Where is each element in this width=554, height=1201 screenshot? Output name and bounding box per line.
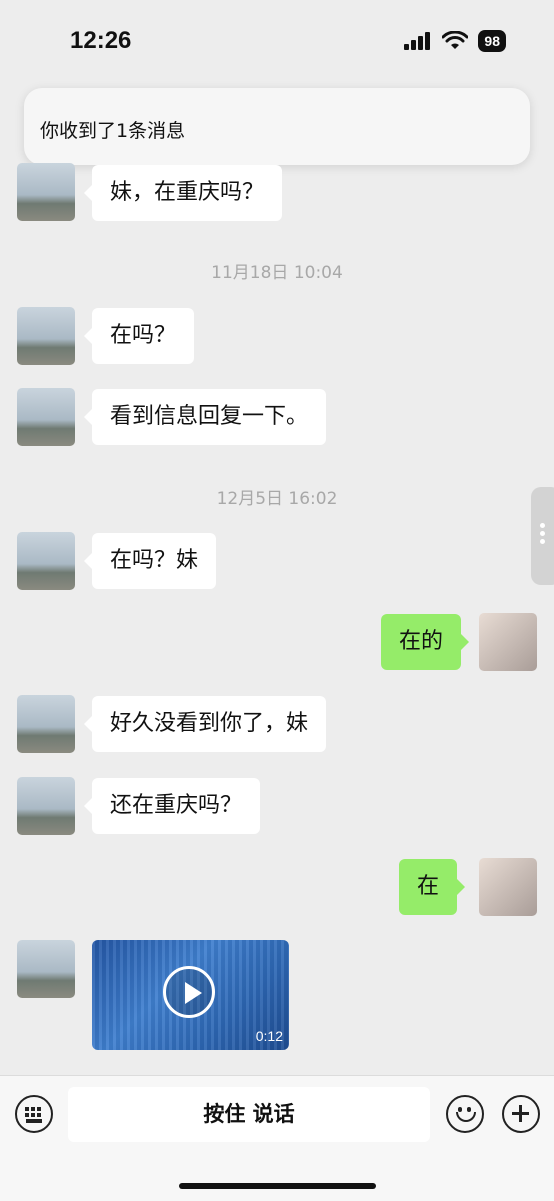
wifi-icon	[442, 31, 469, 49]
play-icon[interactable]	[163, 966, 215, 1018]
contact-avatar[interactable]	[17, 940, 75, 998]
message-bubble-incoming[interactable]: 好久没看到你了，妹	[83, 696, 327, 752]
message-bubble-incoming[interactable]: 在吗？妹	[83, 533, 217, 589]
plus-icon[interactable]	[502, 1095, 540, 1133]
self-avatar[interactable]	[479, 858, 537, 916]
notification-banner[interactable]: 你收到了1条消息	[24, 88, 530, 165]
message-bubble-outgoing[interactable]: 在的	[381, 614, 470, 670]
self-avatar[interactable]	[479, 613, 537, 671]
contact-avatar[interactable]	[17, 388, 75, 446]
input-bar: 按住 说话	[0, 1075, 554, 1201]
message-bubble-outgoing[interactable]: 在	[399, 859, 466, 915]
video-message[interactable]: 0:12	[92, 940, 289, 1050]
emoji-icon[interactable]	[446, 1095, 484, 1133]
home-indicator[interactable]	[179, 1183, 376, 1189]
signal-icon	[404, 32, 431, 50]
floating-side-handle[interactable]	[531, 487, 554, 585]
status-time: 12:26	[70, 27, 132, 54]
keyboard-icon[interactable]	[15, 1095, 53, 1133]
message-bubble-incoming[interactable]: 妹，在重庆吗？	[83, 165, 283, 221]
status-bar: 12:26 98	[0, 0, 554, 80]
message-bubble-incoming[interactable]: 看到信息回复一下。	[83, 389, 327, 445]
more-dots-icon	[540, 523, 545, 528]
status-icons: 98	[404, 30, 506, 52]
contact-avatar[interactable]	[17, 695, 75, 753]
contact-avatar[interactable]	[17, 777, 75, 835]
message-timestamp: 11月18日 10:04	[211, 263, 343, 283]
message-timestamp: 12月5日 16:02	[216, 489, 338, 509]
message-bubble-incoming[interactable]: 还在重庆吗？	[83, 778, 261, 834]
contact-avatar[interactable]	[17, 163, 75, 221]
video-duration: 0:12	[255, 1028, 283, 1044]
contact-avatar[interactable]	[17, 307, 75, 365]
hold-to-talk-button[interactable]: 按住 说话	[68, 1087, 430, 1142]
message-bubble-incoming[interactable]: 在吗？	[83, 308, 195, 364]
contact-avatar[interactable]	[17, 532, 75, 590]
battery-icon: 98	[478, 30, 506, 52]
notification-text: 你收到了1条消息	[40, 120, 186, 142]
